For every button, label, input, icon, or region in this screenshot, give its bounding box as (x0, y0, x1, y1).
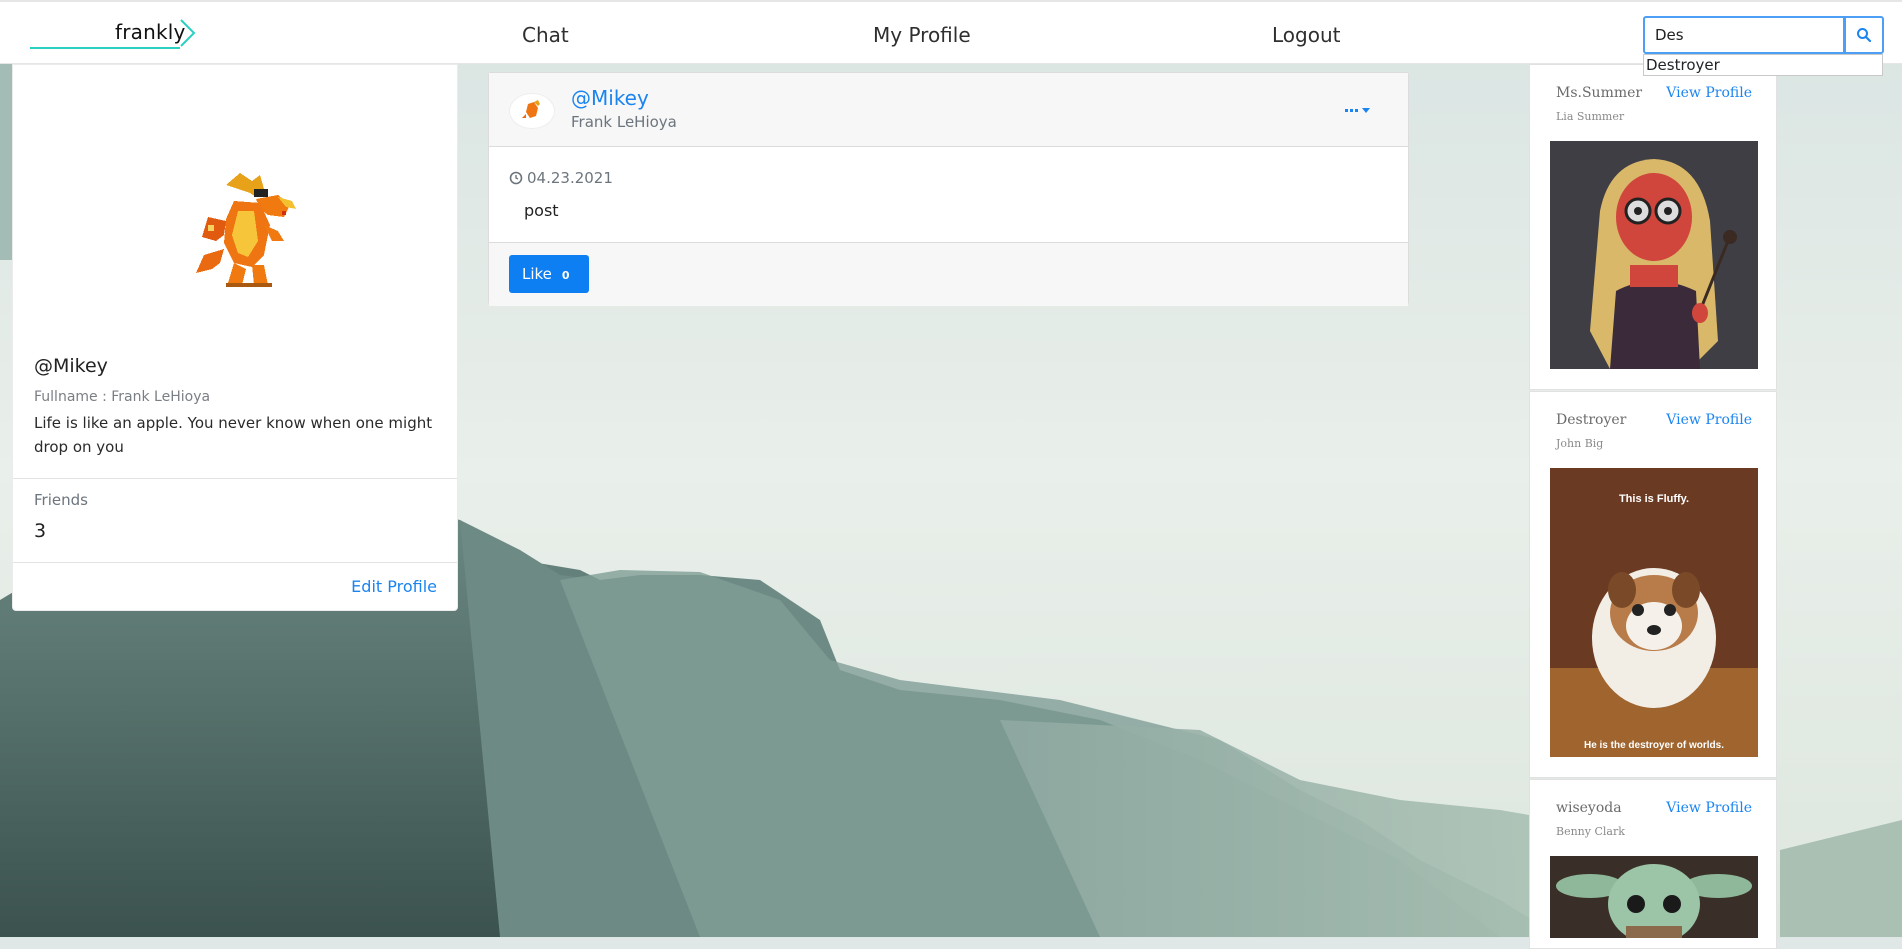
user-card: wiseyoda Benny Clark View Profile (1529, 779, 1777, 949)
user-username: Destroyer (1556, 412, 1627, 428)
user-fullname: John Big (1556, 437, 1604, 450)
search-input[interactable] (1643, 16, 1845, 54)
view-profile-link[interactable]: View Profile (1666, 800, 1752, 816)
friends-label: Friends (34, 491, 88, 509)
nav-my-profile[interactable]: My Profile (873, 23, 971, 47)
post-author-avatar[interactable] (509, 93, 555, 129)
nav-chat[interactable]: Chat (522, 23, 569, 47)
profile-footer-divider (13, 562, 457, 563)
dragon-icon (522, 100, 540, 118)
user-avatar-image (1550, 141, 1758, 369)
post-date-text: 04.23.2021 (527, 169, 613, 187)
user-avatar-image (1550, 856, 1758, 938)
post-body: post (524, 201, 559, 220)
image-caption-top: This is Fluffy. (1619, 493, 1689, 505)
dragon-avatar-image (196, 173, 296, 287)
user-avatar-image: This is Fluffy. He is the destroyer of w… (1550, 468, 1758, 757)
view-profile-link[interactable]: View Profile (1666, 85, 1752, 101)
profile-handle: @Mikey (34, 355, 108, 377)
edit-profile-link[interactable]: Edit Profile (351, 577, 437, 596)
profile-bio: Life is like an apple. You never know wh… (34, 414, 433, 456)
top-navbar: frankly Chat My Profile Logout (0, 0, 1902, 64)
like-count-badge: 0 (561, 269, 570, 282)
post-author-name: Frank LeHioya (571, 113, 677, 131)
profile-fullname: Fullname : Frank LeHioya (34, 389, 211, 405)
image-caption-bottom: He is the destroyer of worlds. (1584, 740, 1724, 751)
search-form (1643, 16, 1885, 54)
post-card: @Mikey Frank LeHioya 04.23.2021 post Lik… (488, 72, 1409, 306)
like-button[interactable]: Like 0 (509, 255, 589, 293)
search-suggestion[interactable]: Destroyer (1643, 54, 1883, 76)
profile-card: @Mikey Fullname : Frank LeHioya Life is … (12, 64, 458, 611)
chevron-right-icon (180, 19, 196, 47)
profile-divider (13, 478, 457, 479)
clock-icon (509, 171, 523, 185)
brand-name: frankly (115, 20, 186, 44)
view-profile-link[interactable]: View Profile (1666, 412, 1752, 428)
user-fullname: Benny Clark (1556, 825, 1625, 838)
post-footer (489, 242, 1408, 306)
user-card: Ms.Summer Lia Summer View Profile (1529, 64, 1777, 390)
user-card: Destroyer John Big View Profile This is … (1529, 391, 1777, 778)
brand-underline (30, 47, 180, 49)
post-options-dropdown[interactable] (1344, 101, 1374, 119)
post-author-handle[interactable]: @Mikey (571, 86, 649, 110)
like-label: Like (522, 265, 552, 283)
search-button[interactable] (1844, 16, 1884, 54)
nav-logout[interactable]: Logout (1272, 23, 1340, 47)
post-header: @Mikey Frank LeHioya (489, 73, 1408, 147)
search-icon (1857, 28, 1872, 43)
brand-logo[interactable]: frankly (30, 16, 200, 52)
user-username: wiseyoda (1556, 800, 1622, 816)
user-username: Ms.Summer (1556, 85, 1643, 101)
user-fullname: Lia Summer (1556, 110, 1625, 123)
post-date: 04.23.2021 (509, 169, 613, 187)
friends-count: 3 (34, 520, 47, 542)
